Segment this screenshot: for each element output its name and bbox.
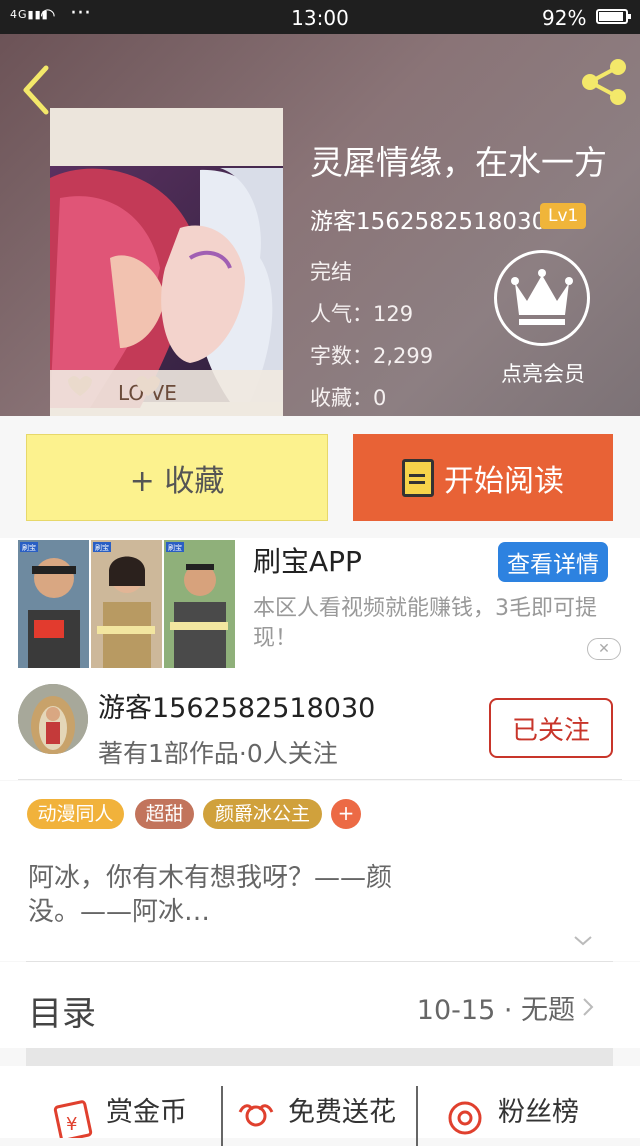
section-gap xyxy=(26,1048,613,1066)
favorite-button[interactable]: + 收藏 xyxy=(26,434,328,521)
svg-text:¥: ¥ xyxy=(66,1114,77,1135)
svg-text:刷宝: 刷宝 xyxy=(168,543,182,552)
vip-label[interactable]: 点亮会员 xyxy=(478,358,608,388)
author-card[interactable]: 游客1562582518030 著有1部作品·0人关注 已关注 xyxy=(0,670,640,780)
svg-text:刷宝: 刷宝 xyxy=(22,543,36,552)
tags-description-section: 动漫同人 超甜 颜爵冰公主 + 阿冰，你有木有想我呀？——颜没。——阿冰… xyxy=(0,781,640,962)
share-icon[interactable] xyxy=(578,56,630,108)
send-flower-label[interactable]: 免费送花 xyxy=(288,1090,396,1129)
fan-ranking-label[interactable]: 粉丝榜 xyxy=(498,1090,579,1129)
battery-percent: 92% xyxy=(542,6,587,30)
book-icon xyxy=(402,458,434,497)
close-icon[interactable]: ✕ xyxy=(587,638,621,660)
author-name[interactable]: 游客1562582518030 xyxy=(98,686,375,725)
follow-button[interactable]: 已关注 xyxy=(489,698,613,758)
chevron-right-icon xyxy=(583,998,594,1016)
battery-icon xyxy=(596,9,631,24)
fan-ranking-icon[interactable] xyxy=(444,1100,486,1138)
catalog-row[interactable]: 目录 10-15 · 无题 xyxy=(0,962,640,1048)
catalog-label: 目录 xyxy=(28,994,96,1034)
bottom-action-bar: ¥ 赏金币 免费送花 粉丝榜 xyxy=(0,1066,640,1146)
divider xyxy=(221,1086,223,1146)
ad-title[interactable]: 刷宝APP xyxy=(253,540,362,580)
avatar[interactable] xyxy=(18,684,88,754)
book-status: 完结 xyxy=(310,260,352,284)
crown-icon xyxy=(511,269,573,325)
divider xyxy=(18,779,622,780)
ad-banner[interactable]: 刷宝 刷宝 刷宝 刷宝APP 查看详情 本区人看视频就能赚钱，3毛即可提现！ ✕ xyxy=(0,538,640,670)
reward-coins-label[interactable]: 赏金币 xyxy=(106,1090,187,1129)
add-tag-button[interactable]: + xyxy=(331,799,361,829)
ad-thumbnail[interactable]: 刷宝 xyxy=(18,540,89,668)
svg-text:刷宝: 刷宝 xyxy=(95,543,109,552)
ad-thumbnail[interactable]: 刷宝 xyxy=(91,540,162,668)
book-title: 灵犀情缘，在水一方 xyxy=(310,143,607,182)
tag-chip[interactable]: 颜爵冰公主 xyxy=(203,799,322,829)
start-reading-label: 开始阅读 xyxy=(444,463,564,499)
book-cover[interactable]: LO VE xyxy=(50,108,283,416)
ad-details-button[interactable]: 查看详情 xyxy=(498,542,608,582)
latest-chapter: 10-15 · 无题 xyxy=(416,995,575,1026)
tag-chip[interactable]: 超甜 xyxy=(135,799,194,829)
status-bar: 4G▮▮▮ ◠ ··· 13:00 92% xyxy=(0,0,640,34)
ad-description[interactable]: 本区人看视频就能赚钱，3毛即可提现！ xyxy=(253,594,613,654)
coin-reward-icon[interactable]: ¥ xyxy=(52,1096,98,1138)
book-description: 阿冰，你有木有想我呀？——颜没。——阿冰… xyxy=(28,863,393,927)
chevron-down-icon[interactable] xyxy=(572,929,594,951)
book-popularity: 人气：129 xyxy=(310,302,414,326)
start-reading-button[interactable]: 开始阅读 xyxy=(353,434,613,521)
book-author[interactable]: 游客1562582518030 xyxy=(310,202,546,236)
vip-button[interactable] xyxy=(494,250,590,346)
author-stats: 著有1部作品·0人关注 xyxy=(98,739,338,768)
flower-icon[interactable] xyxy=(236,1100,276,1138)
book-header: LO VE 灵犀情缘，在水一方 游客1562582518030 Lv1 完结 人… xyxy=(0,34,640,416)
ad-thumbnail[interactable]: 刷宝 xyxy=(164,540,235,668)
level-badge: Lv1 xyxy=(540,203,587,229)
divider xyxy=(416,1086,418,1146)
book-favorite-count: 收藏：0 xyxy=(310,386,387,410)
tag-chip[interactable]: 动漫同人 xyxy=(27,799,124,829)
book-word-count: 字数：2,299 xyxy=(310,344,434,368)
